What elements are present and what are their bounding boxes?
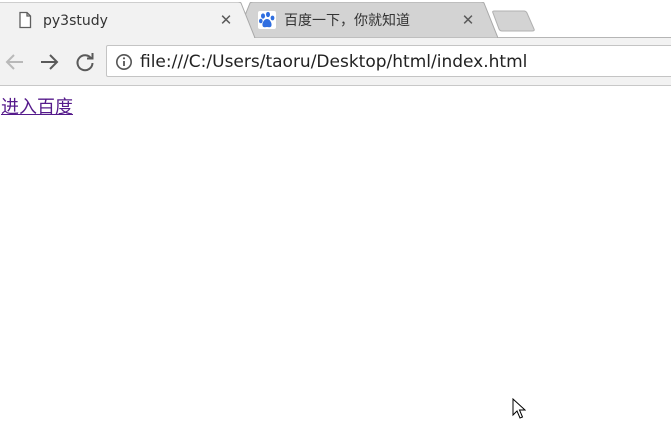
baidu-paw-icon: [258, 11, 276, 29]
new-tab-button[interactable]: [492, 9, 536, 33]
page-content: 进入百度: [0, 87, 671, 435]
forward-arrow-icon[interactable]: [37, 50, 61, 74]
address-bar[interactable]: file:///C:/Users/taoru/Desktop/html/inde…: [106, 45, 671, 77]
tab-title: 百度一下，你就知道: [284, 13, 410, 29]
page-icon: [16, 11, 34, 29]
tab-title: py3study: [43, 13, 108, 29]
tab-py3study[interactable]: py3study ✕: [0, 2, 256, 38]
baidu-link[interactable]: 进入百度: [1, 97, 73, 119]
info-icon[interactable]: [115, 53, 133, 75]
close-icon[interactable]: ✕: [218, 12, 234, 28]
tab-strip: 百度一下，你就知道 ✕ py3study ✕: [0, 0, 671, 40]
toolbar: file:///C:/Users/taoru/Desktop/html/inde…: [0, 38, 671, 86]
mouse-cursor-icon: [512, 398, 526, 419]
url-text: file:///C:/Users/taoru/Desktop/html/inde…: [140, 52, 528, 72]
tab-baidu[interactable]: 百度一下，你就知道 ✕: [236, 2, 498, 38]
close-icon[interactable]: ✕: [460, 12, 476, 28]
reload-icon[interactable]: [73, 50, 97, 74]
back-arrow-icon[interactable]: [3, 50, 27, 74]
